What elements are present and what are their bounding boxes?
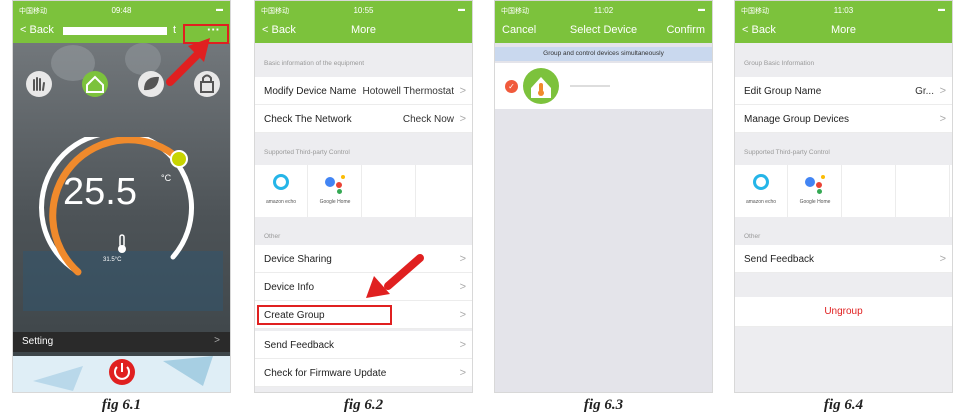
empty-tile: [363, 165, 416, 217]
chevron-right-icon: >: [459, 113, 466, 125]
caption-fig-6-4: fig 6.4: [823, 397, 864, 413]
back-button[interactable]: < Back: [20, 24, 54, 36]
highlight-create-group: [257, 305, 392, 325]
empty-tile: [897, 165, 950, 217]
edit-group-name-row[interactable]: Edit Group Name Gr... >: [735, 77, 952, 105]
third-party-tiles: amazon echo Google Home: [735, 165, 952, 217]
phone-screen-2: 中国移动 10:55 ▬ < Back More Basic informati…: [254, 0, 473, 393]
device-list-item[interactable]: ✓: [495, 63, 712, 109]
settings-list: Basic information of the equipment Modif…: [255, 43, 472, 392]
checkbox-checked[interactable]: ✓: [505, 80, 518, 93]
page-title: More: [830, 24, 857, 36]
chevron-right-icon: >: [459, 309, 466, 321]
status-bar: 中国移动 10:55 ▬: [255, 1, 472, 19]
phone-screen-3: 中国移动 11:02 ▬ Cancel Select Device Confir…: [494, 0, 713, 393]
section-header: Supported Third-party Control: [744, 149, 830, 156]
clock: 11:03: [833, 6, 854, 15]
power-icon[interactable]: [107, 357, 137, 387]
hand-icon: [26, 71, 52, 97]
chevron-right-icon: >: [214, 335, 220, 346]
section-header: Group Basic Information: [744, 60, 815, 67]
third-party-tiles: amazon echo Google Home: [255, 165, 472, 217]
manage-group-devices-row[interactable]: Manage Group Devices >: [735, 105, 952, 133]
group-settings-list: Group Basic Information Edit Group Name …: [735, 43, 952, 392]
send-feedback-row[interactable]: Send Feedback >: [735, 245, 952, 273]
status-bar: 中国移动 11:03 ▬: [735, 1, 952, 19]
chevron-right-icon: >: [939, 253, 946, 265]
google-home-tile[interactable]: Google Home: [789, 165, 842, 217]
ungroup-button[interactable]: Ungroup: [735, 297, 952, 327]
arrow-icon: [366, 254, 424, 298]
empty-tile: [843, 165, 896, 217]
device-title-redacted: [63, 27, 167, 35]
caption-fig-6-3: fig 6.3: [583, 397, 624, 413]
send-feedback-row[interactable]: Send Feedback >: [255, 331, 472, 359]
google-assistant-icon: [325, 175, 349, 194]
clock: 09:48: [111, 6, 132, 15]
phone-screen-4: 中国移动 11:03 ▬ < Back More Group Basic Inf…: [734, 0, 953, 393]
google-assistant-icon: [805, 175, 829, 194]
header-bar: 中国移动 10:55 ▬ < Back More: [255, 1, 472, 43]
setting-bar[interactable]: Setting >: [13, 332, 230, 352]
section-header: Other: [264, 233, 281, 240]
thermostat-device-icon: [523, 68, 559, 104]
arrow-icon: [166, 38, 210, 86]
chevron-right-icon: >: [459, 339, 466, 351]
status-bar: 中国移动 09:48 ▬: [13, 1, 230, 19]
chevron-right-icon: >: [459, 85, 466, 97]
confirm-button[interactable]: Confirm: [666, 24, 705, 36]
page-title: More: [350, 24, 377, 36]
room-temperature: 31.5°C: [103, 257, 122, 263]
google-home-tile[interactable]: Google Home: [309, 165, 362, 217]
device-name-redacted: [570, 85, 610, 87]
caption-fig-6-1: fig 6.1: [101, 397, 142, 413]
current-temperature: 25.5: [63, 171, 137, 213]
header-bar: 中国移动 11:03 ▬ < Back More: [735, 1, 952, 43]
chevron-right-icon: >: [459, 253, 466, 265]
caption-fig-6-2: fig 6.2: [343, 397, 384, 413]
temperature-unit: °C: [161, 173, 172, 183]
thermometer-icon: [118, 234, 126, 253]
chevron-right-icon: >: [939, 85, 946, 97]
amazon-echo-tile[interactable]: amazon echo: [735, 165, 788, 217]
amazon-echo-tile[interactable]: amazon echo: [255, 165, 308, 217]
echo-icon: [753, 174, 769, 190]
firmware-update-row[interactable]: Check for Firmware Update >: [255, 359, 472, 387]
modify-device-name-row[interactable]: Modify Device Name Hotowell Thermostat >: [255, 77, 472, 105]
section-header: Supported Third-party Control: [264, 149, 350, 156]
chevron-right-icon: >: [459, 281, 466, 293]
check-network-row[interactable]: Check The Network Check Now >: [255, 105, 472, 133]
section-header: Other: [744, 233, 761, 240]
chevron-right-icon: >: [939, 113, 946, 125]
battery-icon: ▬: [698, 6, 705, 13]
home-icon: [82, 71, 108, 97]
set-point-knob: [170, 150, 188, 168]
echo-icon: [273, 174, 289, 190]
info-banner: Group and control devices simultaneously: [495, 47, 712, 61]
setting-label: Setting: [22, 336, 54, 347]
section-header: Basic information of the equipment: [264, 60, 365, 67]
clock: 10:55: [353, 6, 374, 15]
header-bar: 中国移动 11:02 ▬ Cancel Select Device Confir…: [495, 1, 712, 43]
chevron-right-icon: >: [459, 367, 466, 379]
battery-icon: ▬: [458, 6, 465, 13]
battery-icon: ▬: [938, 6, 945, 13]
status-bar: 中国移动 11:02 ▬: [495, 1, 712, 19]
clock: 11:02: [593, 6, 614, 15]
battery-icon: ▬: [216, 6, 223, 13]
